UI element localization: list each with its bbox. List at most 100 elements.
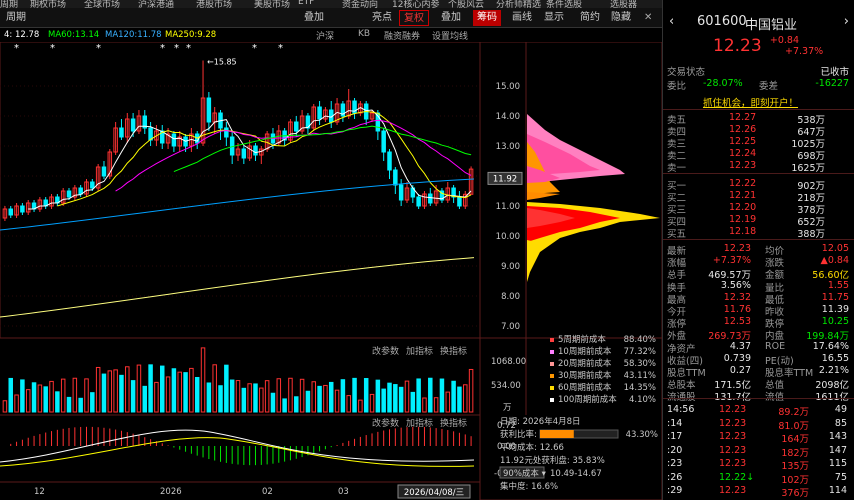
sub-toolbar-margin[interactable]: 融资融券 xyxy=(384,29,420,42)
toolbar-tab-diejia[interactable]: 叠加 xyxy=(437,10,465,26)
top-menu-item[interactable]: 资金动向 xyxy=(342,0,378,8)
bid-row: 买二 12.21 218万 xyxy=(663,190,854,204)
top-menu-item[interactable]: 港股市场 xyxy=(196,0,232,8)
top-menu-item[interactable]: ETF xyxy=(298,0,314,7)
tick-volume: 164万 xyxy=(781,434,809,445)
candle-body xyxy=(130,118,136,132)
toolbar-tab-simple[interactable]: 简约 xyxy=(576,10,604,26)
weicha-label: 委差 xyxy=(759,81,779,92)
price-tick-label: 9.00 xyxy=(501,262,520,272)
candle-body xyxy=(381,130,386,153)
bid-price: 12.19 xyxy=(729,214,757,225)
kline-chart[interactable]: 15.0014.0013.0012.0011.0010.009.008.007.… xyxy=(0,42,662,500)
close-icon[interactable]: ✕ xyxy=(640,10,656,26)
tick-count: 147 xyxy=(828,444,847,456)
volume-bar xyxy=(282,398,287,413)
ask-row: 卖四 12.26 647万 xyxy=(663,124,854,138)
top-menu-item[interactable]: 条件选股 xyxy=(546,0,582,8)
volume-bar xyxy=(142,385,148,413)
top-menu-item[interactable]: 个股风云 xyxy=(448,0,484,8)
toolbar-tab-display[interactable]: 显示 xyxy=(540,10,568,26)
volume-bar xyxy=(451,380,456,413)
tick-time: :14 xyxy=(667,417,683,429)
volume-bar xyxy=(334,389,340,413)
volume-bar xyxy=(25,389,31,413)
tick-time: 14:56 xyxy=(667,404,695,415)
volume-bar xyxy=(14,394,19,413)
toolbar-tab-draw[interactable]: 画线 xyxy=(508,10,536,26)
candle-body xyxy=(78,187,83,195)
volume-bar xyxy=(101,373,107,413)
top-menu-item[interactable]: 期权市场 xyxy=(30,0,66,8)
candle-body xyxy=(206,97,212,123)
stock-price: 12.23 xyxy=(713,36,762,56)
volume-bar xyxy=(276,378,282,413)
quote-stat-row: 今开 11.76 昨收 11.39 xyxy=(663,304,854,318)
candle-body xyxy=(224,127,229,138)
volume-bar xyxy=(90,392,95,413)
volume-bar xyxy=(305,390,311,413)
ask-price: 12.25 xyxy=(729,136,757,147)
top-menu-item[interactable]: 周期 xyxy=(0,0,18,8)
cost-legend-value: 88.40% xyxy=(624,335,656,345)
volume-bar xyxy=(136,364,142,413)
price-tick-label: 11.00 xyxy=(496,202,520,212)
tick-time: :23 xyxy=(667,458,683,469)
toolbar-tab-overlay[interactable]: 叠加 xyxy=(300,10,328,26)
volume-bar xyxy=(247,383,252,413)
volume-bar xyxy=(49,380,54,413)
candle-body xyxy=(428,193,433,204)
top-menu-item[interactable]: 分析师精选 xyxy=(496,0,541,8)
volume-bar xyxy=(463,384,468,413)
volume-bar xyxy=(194,376,200,413)
period-tab[interactable]: 周期 xyxy=(2,10,30,26)
volume-bar xyxy=(206,382,212,413)
volume-bar xyxy=(20,379,25,413)
weibi-row: 委比 -28.07% 委差 -16227 xyxy=(663,78,854,92)
top-menu-item[interactable]: 选股器 xyxy=(610,0,637,8)
ma60-label: MA60:13.14 xyxy=(48,30,100,40)
macd-change-param: 改参数 xyxy=(372,417,399,429)
stock-change-pct: +7.37% xyxy=(785,46,824,57)
toolbar-tab-fuquan[interactable]: 复权 xyxy=(399,10,429,26)
cost-legend-value: 58.30% xyxy=(624,359,656,369)
tick-row: :23 12.23 135万 115 xyxy=(663,458,854,472)
divider xyxy=(663,398,854,399)
divider xyxy=(663,109,854,110)
top-menu-item[interactable]: 全球市场 xyxy=(84,0,120,8)
event-marker-icon: * xyxy=(186,43,191,54)
current-price-label: 11.92 xyxy=(493,174,517,184)
sub-toolbar-hs[interactable]: 沪深 xyxy=(316,29,334,42)
volume-bar xyxy=(299,378,305,413)
toolbar-tab-chips[interactable]: 筹码 xyxy=(473,10,501,26)
top-menu-item[interactable]: 美股市场 xyxy=(254,0,290,8)
tick-count: 115 xyxy=(828,458,847,469)
tick-volume: 89.2万 xyxy=(778,407,809,418)
tick-count: 49 xyxy=(834,404,847,415)
vol-tick-label: 万 xyxy=(503,403,512,413)
volume-bar xyxy=(212,364,217,413)
stat-label: 流值 xyxy=(765,392,785,404)
top-menu-item[interactable]: 12核心内参 xyxy=(392,0,439,8)
sub-toolbar-kb[interactable]: KB xyxy=(358,29,370,39)
volume-bar xyxy=(189,367,194,413)
volume-bar xyxy=(270,392,276,413)
chip-profit-label: 获利比率: xyxy=(500,429,537,440)
volume-bar xyxy=(95,366,101,413)
promo-banner[interactable]: 抓住机会，即刻开户！ xyxy=(663,95,854,109)
volume-bar xyxy=(119,374,124,413)
volume-bar xyxy=(241,387,247,413)
candle-body xyxy=(101,166,107,177)
tick-count: 143 xyxy=(828,431,847,442)
stock-price-row: 12.23 +0.84 +7.37% xyxy=(663,35,854,57)
volume-bar xyxy=(393,384,398,413)
candle-body xyxy=(317,106,322,120)
ask-row: 卖二 12.24 698万 xyxy=(663,148,854,162)
tick-count: 85 xyxy=(834,417,847,429)
toolbar-tab-hide[interactable]: 隐藏 xyxy=(607,10,635,26)
tick-row: 14:56 12.23 89.2万 49 xyxy=(663,404,854,418)
toolbar-tab-highlight[interactable]: 亮点 xyxy=(368,10,396,26)
chip-profit-value: 43.30% xyxy=(626,430,658,440)
sub-toolbar-ma-settings[interactable]: 设置均线 xyxy=(432,29,468,42)
top-menu-item[interactable]: 沪深港通 xyxy=(138,0,174,8)
